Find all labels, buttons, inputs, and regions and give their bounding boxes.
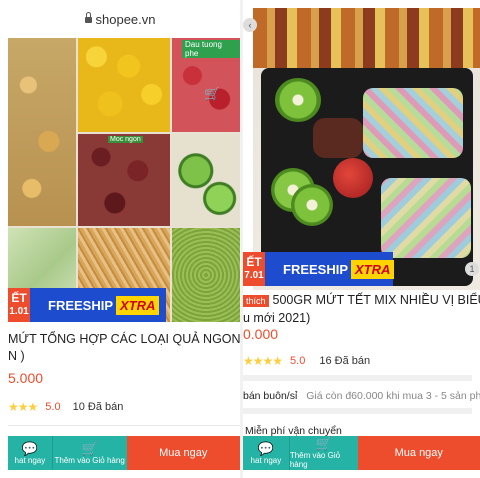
image-tile-yellow-fruit	[78, 38, 170, 132]
photo-shelf-jars	[253, 8, 480, 68]
rating-row: ★★★ 5.0 10 Đã bán	[8, 400, 124, 414]
image-tile-red-fruit: Dau tuong phe	[172, 38, 240, 132]
chat-icon: 💬	[21, 440, 38, 456]
rating-row: ★★★★ 5.0 16 Đã bán	[243, 354, 371, 368]
divider	[243, 408, 472, 414]
chat-icon: 💬	[257, 440, 274, 456]
gallery-next-button[interactable]: 1	[465, 262, 479, 276]
tile-corner-label: Dau tuong phe	[182, 40, 240, 58]
photo-candy-strips-2	[381, 178, 471, 258]
divider	[8, 425, 240, 426]
photo-kiwi-slice-3	[291, 184, 333, 226]
product-price: 0.000	[243, 326, 279, 342]
shop-tag: thích	[243, 295, 269, 307]
tet-promo-badge: ẾT 1.01	[8, 288, 30, 322]
url-text: shopee.vn	[95, 12, 156, 27]
add-to-cart-button[interactable]: 🛒 Thêm vào Giỏ hàng	[289, 436, 358, 470]
product-title: thích500GR MỨT TẾT MIX NHIỀU VỊ BIỂU TẶN…	[243, 293, 480, 325]
buy-now-button[interactable]: Mua ngay	[357, 436, 480, 470]
image-tile-dried-fruit-bag	[8, 38, 76, 226]
product-price: 5.000	[8, 370, 44, 386]
lock-icon	[84, 12, 92, 23]
chat-button[interactable]: 💬 hat ngay	[8, 436, 53, 470]
divider	[243, 375, 472, 381]
wholesale-row[interactable]: bán buôn/sỉ Giá còn đ60.000 khi mua 3 - …	[243, 390, 480, 402]
sold-count: 16 Đã bán	[319, 355, 371, 367]
star-rating-icon: ★★★★	[243, 354, 283, 368]
address-bar[interactable]: shopee.vn	[0, 0, 240, 38]
photo-red-fruit	[333, 158, 373, 198]
product-title: MỨT TỔNG HỢP CÁC LOẠI QUẢ NGON NHẤT N )	[8, 332, 240, 363]
add-to-cart-button[interactable]: 🛒 Thêm vào Giỏ hàng	[52, 436, 127, 470]
cart-plus-icon: 🛒	[315, 436, 332, 451]
cart-plus-icon: 🛒	[81, 440, 98, 456]
right-screenshot: ‹ 1 ẾT 7.01 FREESHIP XTRA thích 500GR MỨT T…	[243, 0, 480, 478]
gallery-prev-button[interactable]: ‹	[243, 18, 257, 32]
tile-badge: Moc ngon	[108, 136, 143, 143]
image-tile-kiwi	[172, 134, 240, 226]
chat-button[interactable]: 💬 hat ngay	[243, 436, 290, 470]
photo-kiwi-slice	[275, 78, 321, 122]
buy-now-button[interactable]: Mua ngay	[126, 436, 240, 470]
image-tile-plums: Moc ngon	[78, 134, 170, 226]
star-rating-icon: ★★★	[8, 400, 38, 414]
sold-count: 10 Đã bán	[72, 401, 124, 413]
photo-dark-fruit	[313, 118, 363, 158]
freeship-xtra-banner: FREESHIP XTRA	[30, 288, 166, 322]
product-photo[interactable]	[253, 8, 480, 290]
freeship-xtra-banner: FREESHIP XTRA	[265, 252, 395, 286]
bottom-action-bar: 💬 hat ngay 🛒 Thêm vào Giỏ hàng Mua ngay	[243, 436, 480, 470]
tet-promo-badge: ẾT 7.01	[243, 252, 265, 286]
cart-overlay-icon: 🛒	[204, 86, 221, 101]
bottom-action-bar: 💬 hat ngay 🛒 Thêm vào Giỏ hàng Mua ngay	[8, 436, 240, 470]
left-screenshot: shopee.vn Dau tuong phe 🛒 Moc ngon ẾT 1.0…	[0, 0, 240, 478]
image-tile-seeds	[172, 228, 240, 322]
product-image-collage[interactable]: Dau tuong phe 🛒 Moc ngon	[8, 38, 240, 322]
photo-candy-strips	[363, 88, 463, 158]
